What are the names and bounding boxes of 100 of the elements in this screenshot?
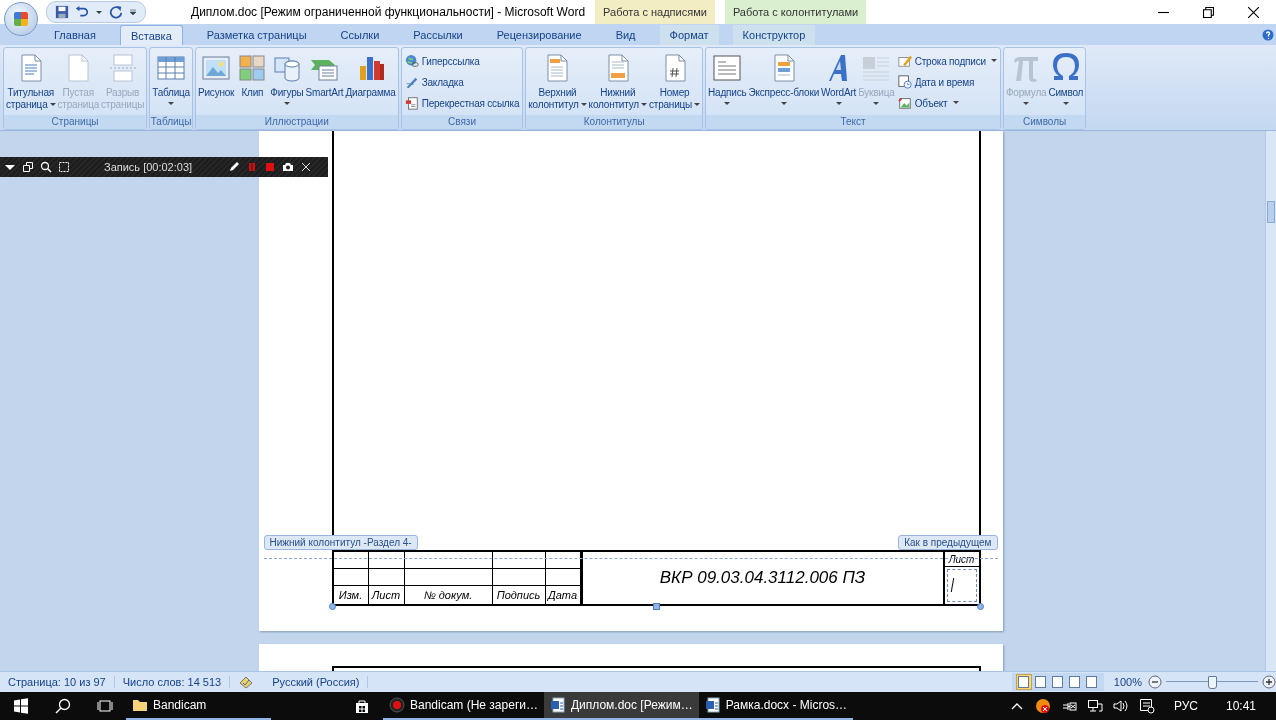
table-cell <box>492 568 546 587</box>
save-icon[interactable] <box>55 5 69 19</box>
resize-handle[interactable] <box>976 602 984 610</box>
customize-icon[interactable] <box>129 8 137 16</box>
region-icon[interactable] <box>58 160 70 173</box>
ribbon-button[interactable]: WordArt <box>820 50 858 109</box>
view-button[interactable] <box>1032 673 1049 690</box>
table-cell <box>368 568 405 587</box>
ribbon-button[interactable]: Клип <box>235 50 270 102</box>
group-label: Символы <box>1003 114 1086 129</box>
resize-handle[interactable] <box>652 602 660 610</box>
ribbon-button[interactable]: Титульная страница <box>5 50 57 114</box>
language-indicator[interactable]: Русский (Россия) <box>264 675 369 688</box>
view-button[interactable] <box>1049 673 1066 690</box>
ribbon-button[interactable]: Символ <box>1047 50 1085 109</box>
ribbon-button[interactable]: Рисунок <box>197 50 236 102</box>
ribbon-tab[interactable]: Вставка <box>119 25 183 46</box>
caret-icon <box>990 59 997 64</box>
ribbon-button[interactable]: Гиперссылка <box>402 52 522 71</box>
caret-icon <box>694 103 701 108</box>
page-count[interactable]: Страница: 10 из 97 <box>0 675 115 688</box>
taskbar-item[interactable]: Диплом.doc [Режим… <box>543 692 699 720</box>
group-label: Колонтитулы <box>526 115 703 130</box>
restore-icon[interactable] <box>1203 6 1214 18</box>
redo-icon[interactable] <box>109 5 123 19</box>
zoom-in-icon[interactable] <box>1262 674 1276 689</box>
group-label: Текст <box>706 114 1000 129</box>
pencil-icon[interactable] <box>228 160 241 173</box>
word-count[interactable]: Число слов: 14 513 <box>114 675 231 688</box>
ribbon-button[interactable]: SmartArt <box>304 50 345 102</box>
table-cell: № докум. <box>404 586 493 604</box>
caret-icon <box>640 103 647 108</box>
zoom-slider[interactable] <box>1166 674 1258 689</box>
caret-icon <box>724 102 731 107</box>
document-code: ВКР 09.03.04.3112.006 ПЗ <box>658 566 867 589</box>
volume-icon[interactable] <box>1112 698 1129 714</box>
ribbon-button[interactable]: Верхний колонтитул <box>527 50 588 114</box>
ribbon-button[interactable]: Экспресс-блоки <box>747 50 821 109</box>
ribbon-tab[interactable]: Разметка страницы <box>196 25 317 46</box>
ribbon-tab[interactable]: Рассылки <box>403 25 473 46</box>
ribbon-button[interactable]: Дата и время <box>895 73 999 92</box>
notification-icon[interactable] <box>1138 698 1155 714</box>
ribbon-button[interactable]: Объект <box>895 94 999 113</box>
ribbon-button[interactable]: Номер страницы <box>647 50 702 114</box>
group-label: Страницы <box>4 115 147 130</box>
help-icon[interactable] <box>1262 29 1274 42</box>
input-language[interactable]: РУС <box>1173 699 1198 713</box>
slider-thumb[interactable] <box>1208 675 1217 689</box>
ribbon-tab[interactable]: Конструктор <box>732 25 816 46</box>
window-icon[interactable] <box>22 160 34 173</box>
view-button[interactable] <box>1083 673 1100 690</box>
zoom-out-icon[interactable] <box>1148 674 1162 689</box>
bookmark-icon <box>404 75 419 90</box>
undo-icon[interactable] <box>75 5 89 19</box>
taskbar-item[interactable]: Bandicam (Не зареги… <box>383 692 544 720</box>
vertical-scrollbar[interactable] <box>1265 130 1276 671</box>
ribbon-button[interactable]: Нижний колонтитул <box>587 50 648 114</box>
link-to-previous-tag: Как в предыдущем <box>898 534 998 550</box>
ribbon-tab[interactable]: Рецензирование <box>486 25 592 46</box>
close-icon[interactable] <box>300 160 313 173</box>
view-button[interactable] <box>1066 673 1083 690</box>
ribbon-button[interactable]: Диаграмма <box>344 50 397 102</box>
resize-handle[interactable] <box>328 602 336 610</box>
ribbon-tab[interactable]: Вид <box>605 25 646 46</box>
ribbon-button[interactable]: Строка подписи <box>895 52 999 71</box>
network-icon[interactable] <box>1086 698 1103 714</box>
zoom-level[interactable]: 100% <box>1113 675 1142 688</box>
group-label: Иллюстрации <box>196 114 398 129</box>
ribbon-button[interactable]: Надпись <box>707 50 748 109</box>
recording-timer: Запись [00:02:03] <box>104 160 193 173</box>
ribbon-tab[interactable]: Главная <box>44 25 106 46</box>
close-icon[interactable] <box>1248 6 1259 18</box>
ribbon-button[interactable]: Фигуры <box>269 50 305 109</box>
search-icon[interactable] <box>40 160 52 173</box>
signature-icon <box>897 54 912 69</box>
table-cell: Изм. <box>333 586 369 604</box>
caret-icon <box>1023 102 1030 107</box>
clock[interactable]: 10:41 <box>1225 699 1256 713</box>
taskbar-item[interactable]: Рамка.docx - Micros… <box>698 692 854 720</box>
camera-icon[interactable] <box>282 160 295 173</box>
taskbar-item[interactable]: Bandicam <box>126 692 271 720</box>
object-icon <box>897 96 912 111</box>
office-button[interactable] <box>4 2 38 36</box>
ribbon-button[interactable]: Перекрестная ссылка <box>402 94 522 113</box>
view-button[interactable] <box>1015 673 1032 690</box>
ribbon-button[interactable]: Таблица <box>151 50 191 109</box>
globe-icon <box>404 54 419 69</box>
ribbon-tab[interactable]: Формат <box>659 25 719 46</box>
stop-icon[interactable] <box>264 160 277 173</box>
ribbon-button[interactable]: Закладка <box>402 73 522 92</box>
page-number-field[interactable] <box>946 568 977 602</box>
caret-icon <box>283 102 290 107</box>
calendar-clock-icon <box>897 75 912 90</box>
caret-icon <box>835 102 842 107</box>
caret-icon[interactable] <box>95 8 103 16</box>
contextual-tab-group: Работа с надписями <box>595 0 715 24</box>
group-label: Связи <box>401 114 523 129</box>
recorder-tray-icon[interactable] <box>1034 698 1051 714</box>
folder-icon <box>132 697 148 713</box>
ribbon-tab[interactable]: Ссылки <box>330 25 390 46</box>
